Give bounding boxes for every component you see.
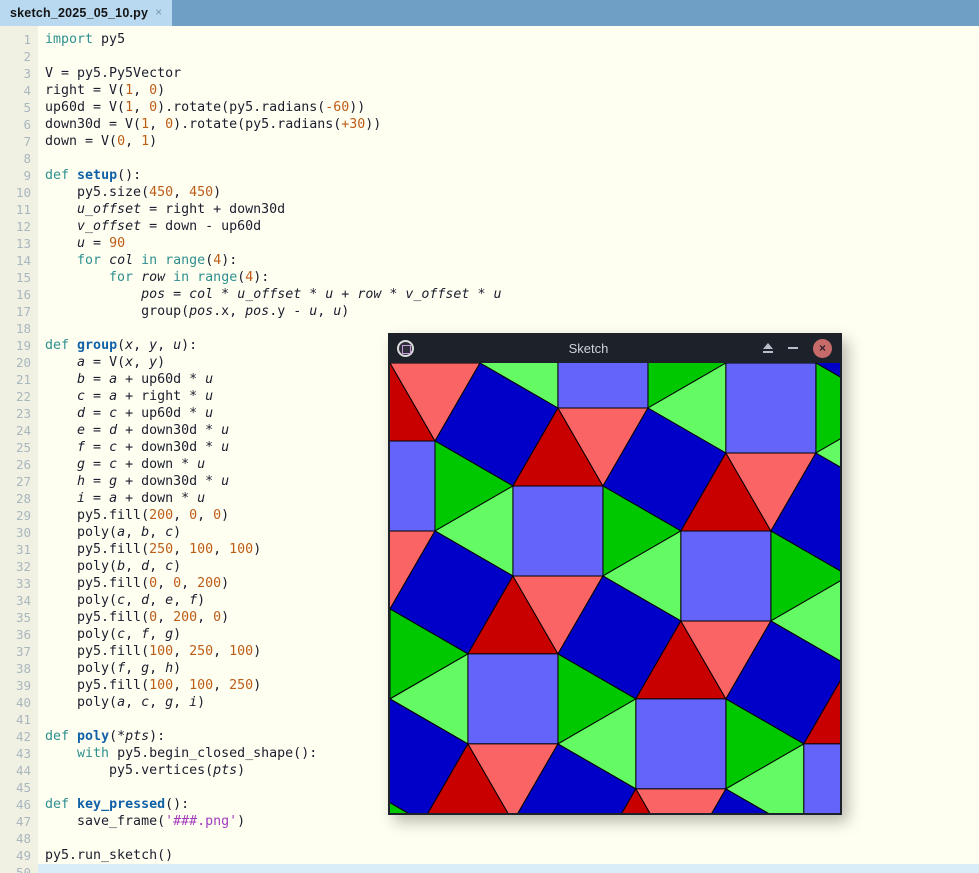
quad-acgi	[467, 653, 559, 745]
line-number: 45	[15, 780, 31, 795]
triangle-bdc	[635, 788, 727, 813]
line-number: 9	[23, 168, 31, 183]
quad-acgi	[390, 440, 436, 532]
code-line: import py5	[45, 32, 126, 47]
line-number: 31	[15, 542, 31, 557]
line-number: 19	[15, 338, 31, 353]
quad-acgi	[512, 485, 604, 577]
line-number: 38	[15, 661, 31, 676]
line-number: 39	[15, 678, 31, 693]
code-line: v_offset = down - up60d	[77, 219, 262, 234]
line-number: 48	[15, 831, 31, 846]
code-line: down30d = V(1, 0).rotate(py5.radians(+30…	[45, 117, 382, 132]
line-number: 23	[15, 406, 31, 421]
code-line: pos = col * u_offset * u + row * v_offse…	[141, 287, 502, 302]
line-number: 36	[15, 627, 31, 642]
line-number: 46	[15, 797, 31, 812]
sketch-canvas[interactable]	[390, 363, 840, 813]
line-number: 29	[15, 508, 31, 523]
tab-close-icon[interactable]: ×	[155, 5, 162, 19]
line-number: 49	[15, 848, 31, 863]
eject-icon	[763, 343, 773, 349]
line-number: 28	[15, 491, 31, 506]
line-number: 43	[15, 746, 31, 761]
line-number: 40	[15, 695, 31, 710]
line-number: 41	[15, 712, 31, 727]
sketch-window[interactable]: Sketch ×	[388, 333, 842, 815]
code-line: def setup():	[45, 168, 142, 183]
line-number: 34	[15, 593, 31, 608]
line-number: 4	[23, 83, 31, 98]
quad-acgi	[725, 363, 817, 454]
line-number: 6	[23, 117, 31, 132]
sketch-window-titlebar[interactable]: Sketch ×	[388, 333, 842, 363]
code-line: right = V(1, 0)	[45, 83, 166, 98]
quad-acgi	[635, 698, 727, 790]
line-number: 42	[15, 729, 31, 744]
code-line: save_frame('###.png')	[45, 814, 246, 829]
quad-acgi	[803, 743, 840, 813]
line-number: 2	[23, 49, 31, 64]
line-number: 20	[15, 355, 31, 370]
code-line: up60d = V(1, 0).rotate(py5.radians(-60))	[45, 100, 366, 115]
line-number: 5	[23, 100, 31, 115]
tab-sketch-file[interactable]: sketch_2025_05_10.py ×	[0, 0, 173, 26]
line-number: 22	[15, 389, 31, 404]
line-number: 32	[15, 559, 31, 574]
line-number: 1	[23, 32, 31, 47]
close-button[interactable]: ×	[813, 338, 832, 358]
gutter: 1 2 3 4 5 6 7 8 9 10 11 12 13 14 15 16 17 18 19 20 21 22 23 24 2…	[0, 26, 38, 873]
line-number: 13	[15, 236, 31, 251]
line-number: 3	[23, 66, 31, 81]
maximize-button[interactable]	[763, 343, 773, 353]
line-number: 47	[15, 814, 31, 829]
tab-label: sketch_2025_05_10.py	[10, 6, 149, 20]
line-number: 16	[15, 287, 31, 302]
line-number: 25	[15, 440, 31, 455]
code-line: V = py5.Py5Vector	[45, 66, 182, 81]
code-line: for col in range(4):	[77, 253, 238, 268]
code-line: down = V(0, 1)	[45, 134, 158, 149]
line-number: 14	[15, 253, 31, 268]
line-number: 21	[15, 372, 31, 387]
py5-app-icon	[397, 339, 414, 357]
quad-acgi	[557, 363, 649, 409]
line-number: 35	[15, 610, 31, 625]
sketch-canvas-frame	[390, 363, 840, 813]
code-line: u = 90	[77, 236, 126, 251]
sketch-window-title: Sketch	[568, 340, 609, 356]
code-line-current	[38, 864, 979, 873]
code-line: py5.size(450, 450)	[45, 185, 222, 200]
code-line: for row in range(4):	[109, 270, 270, 285]
triangle-cfg	[815, 363, 840, 454]
code-line: u_offset = right + down30d	[77, 202, 286, 217]
line-number: 17	[15, 304, 31, 319]
line-number: 15	[15, 270, 31, 285]
line-number: 27	[15, 474, 31, 489]
line-number: 44	[15, 763, 31, 778]
line-number: 18	[15, 321, 31, 336]
window-controls: ×	[763, 338, 832, 358]
line-number: 24	[15, 423, 31, 438]
line-number: 7	[23, 134, 31, 149]
code-line: group(pos.x, pos.y - u, u)	[45, 304, 350, 319]
quad-acgi	[680, 530, 772, 622]
minimize-button[interactable]	[788, 347, 798, 349]
line-number: 50	[15, 865, 31, 873]
line-number: 33	[15, 576, 31, 591]
line-number: 37	[15, 644, 31, 659]
line-number: 26	[15, 457, 31, 472]
code-line: py5.run_sketch()	[45, 848, 174, 863]
line-number: 30	[15, 525, 31, 540]
tab-bar: sketch_2025_05_10.py ×	[0, 0, 979, 26]
line-number: 10	[15, 185, 31, 200]
line-number: 8	[23, 151, 31, 166]
line-number: 12	[15, 219, 31, 234]
line-number: 11	[15, 202, 31, 217]
